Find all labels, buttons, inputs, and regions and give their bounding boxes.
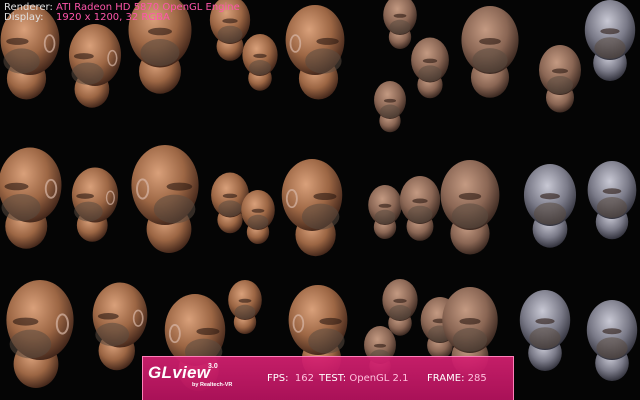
- rendered-heads-scene: [0, 0, 638, 392]
- rendered-head: [241, 190, 275, 244]
- test-value: OpenGL 2.1: [349, 373, 409, 384]
- rendered-head: [411, 37, 449, 99]
- frame-value: 285: [467, 373, 487, 384]
- display-label: Display:: [4, 12, 44, 23]
- frame-label: FRAME:: [427, 373, 465, 384]
- rendered-head: [285, 5, 345, 100]
- rendered-head: [368, 185, 402, 239]
- rendered-head: [382, 279, 418, 336]
- logo-version: 3.0: [208, 363, 218, 370]
- rendered-head: [228, 280, 262, 334]
- display-value: 1920 x 1200, 32 RGBA: [56, 12, 170, 23]
- rendered-head: [131, 145, 199, 253]
- rendered-head: [587, 161, 637, 240]
- fps-label: FPS:: [267, 373, 289, 384]
- test-stat: TEST: OpenGL 2.1: [319, 373, 408, 385]
- rendered-head: [586, 300, 638, 381]
- frame-stat: FRAME: 285: [427, 373, 487, 385]
- rendered-head: [519, 290, 571, 371]
- rendered-head: [0, 147, 62, 249]
- rendered-head: [461, 6, 519, 98]
- rendered-head: [68, 24, 122, 108]
- rendered-head: [383, 0, 417, 49]
- rendered-head: [6, 280, 74, 388]
- rendered-head: [523, 164, 577, 248]
- rendered-head: [399, 176, 441, 241]
- rendered-head: [539, 45, 581, 113]
- rendered-head: [281, 159, 343, 257]
- logo-byline: by Realtech-VR: [192, 382, 233, 388]
- rendered-head: [71, 167, 119, 242]
- logo-name: GLview: [148, 363, 211, 382]
- fps-value: 162: [294, 373, 314, 384]
- test-label: TEST:: [319, 373, 347, 384]
- rendered-head: [374, 81, 406, 133]
- rendered-head: [584, 0, 636, 81]
- glview-logo: GLview 3.0 by Realtech-VR: [148, 363, 232, 388]
- fps-stat: FPS: 162: [267, 373, 314, 385]
- benchmark-hud-bar: GLview 3.0 by Realtech-VR FPS: 162 TEST:…: [142, 356, 514, 400]
- rendered-head: [440, 160, 500, 255]
- rendered-head: [92, 282, 148, 371]
- display-info: Display: 1920 x 1200, 32 RGBA: [4, 12, 170, 24]
- opengl-viewport: Renderer: ATI Radeon HD 5870 OpenGL Engin…: [0, 0, 640, 400]
- rendered-head: [242, 34, 278, 91]
